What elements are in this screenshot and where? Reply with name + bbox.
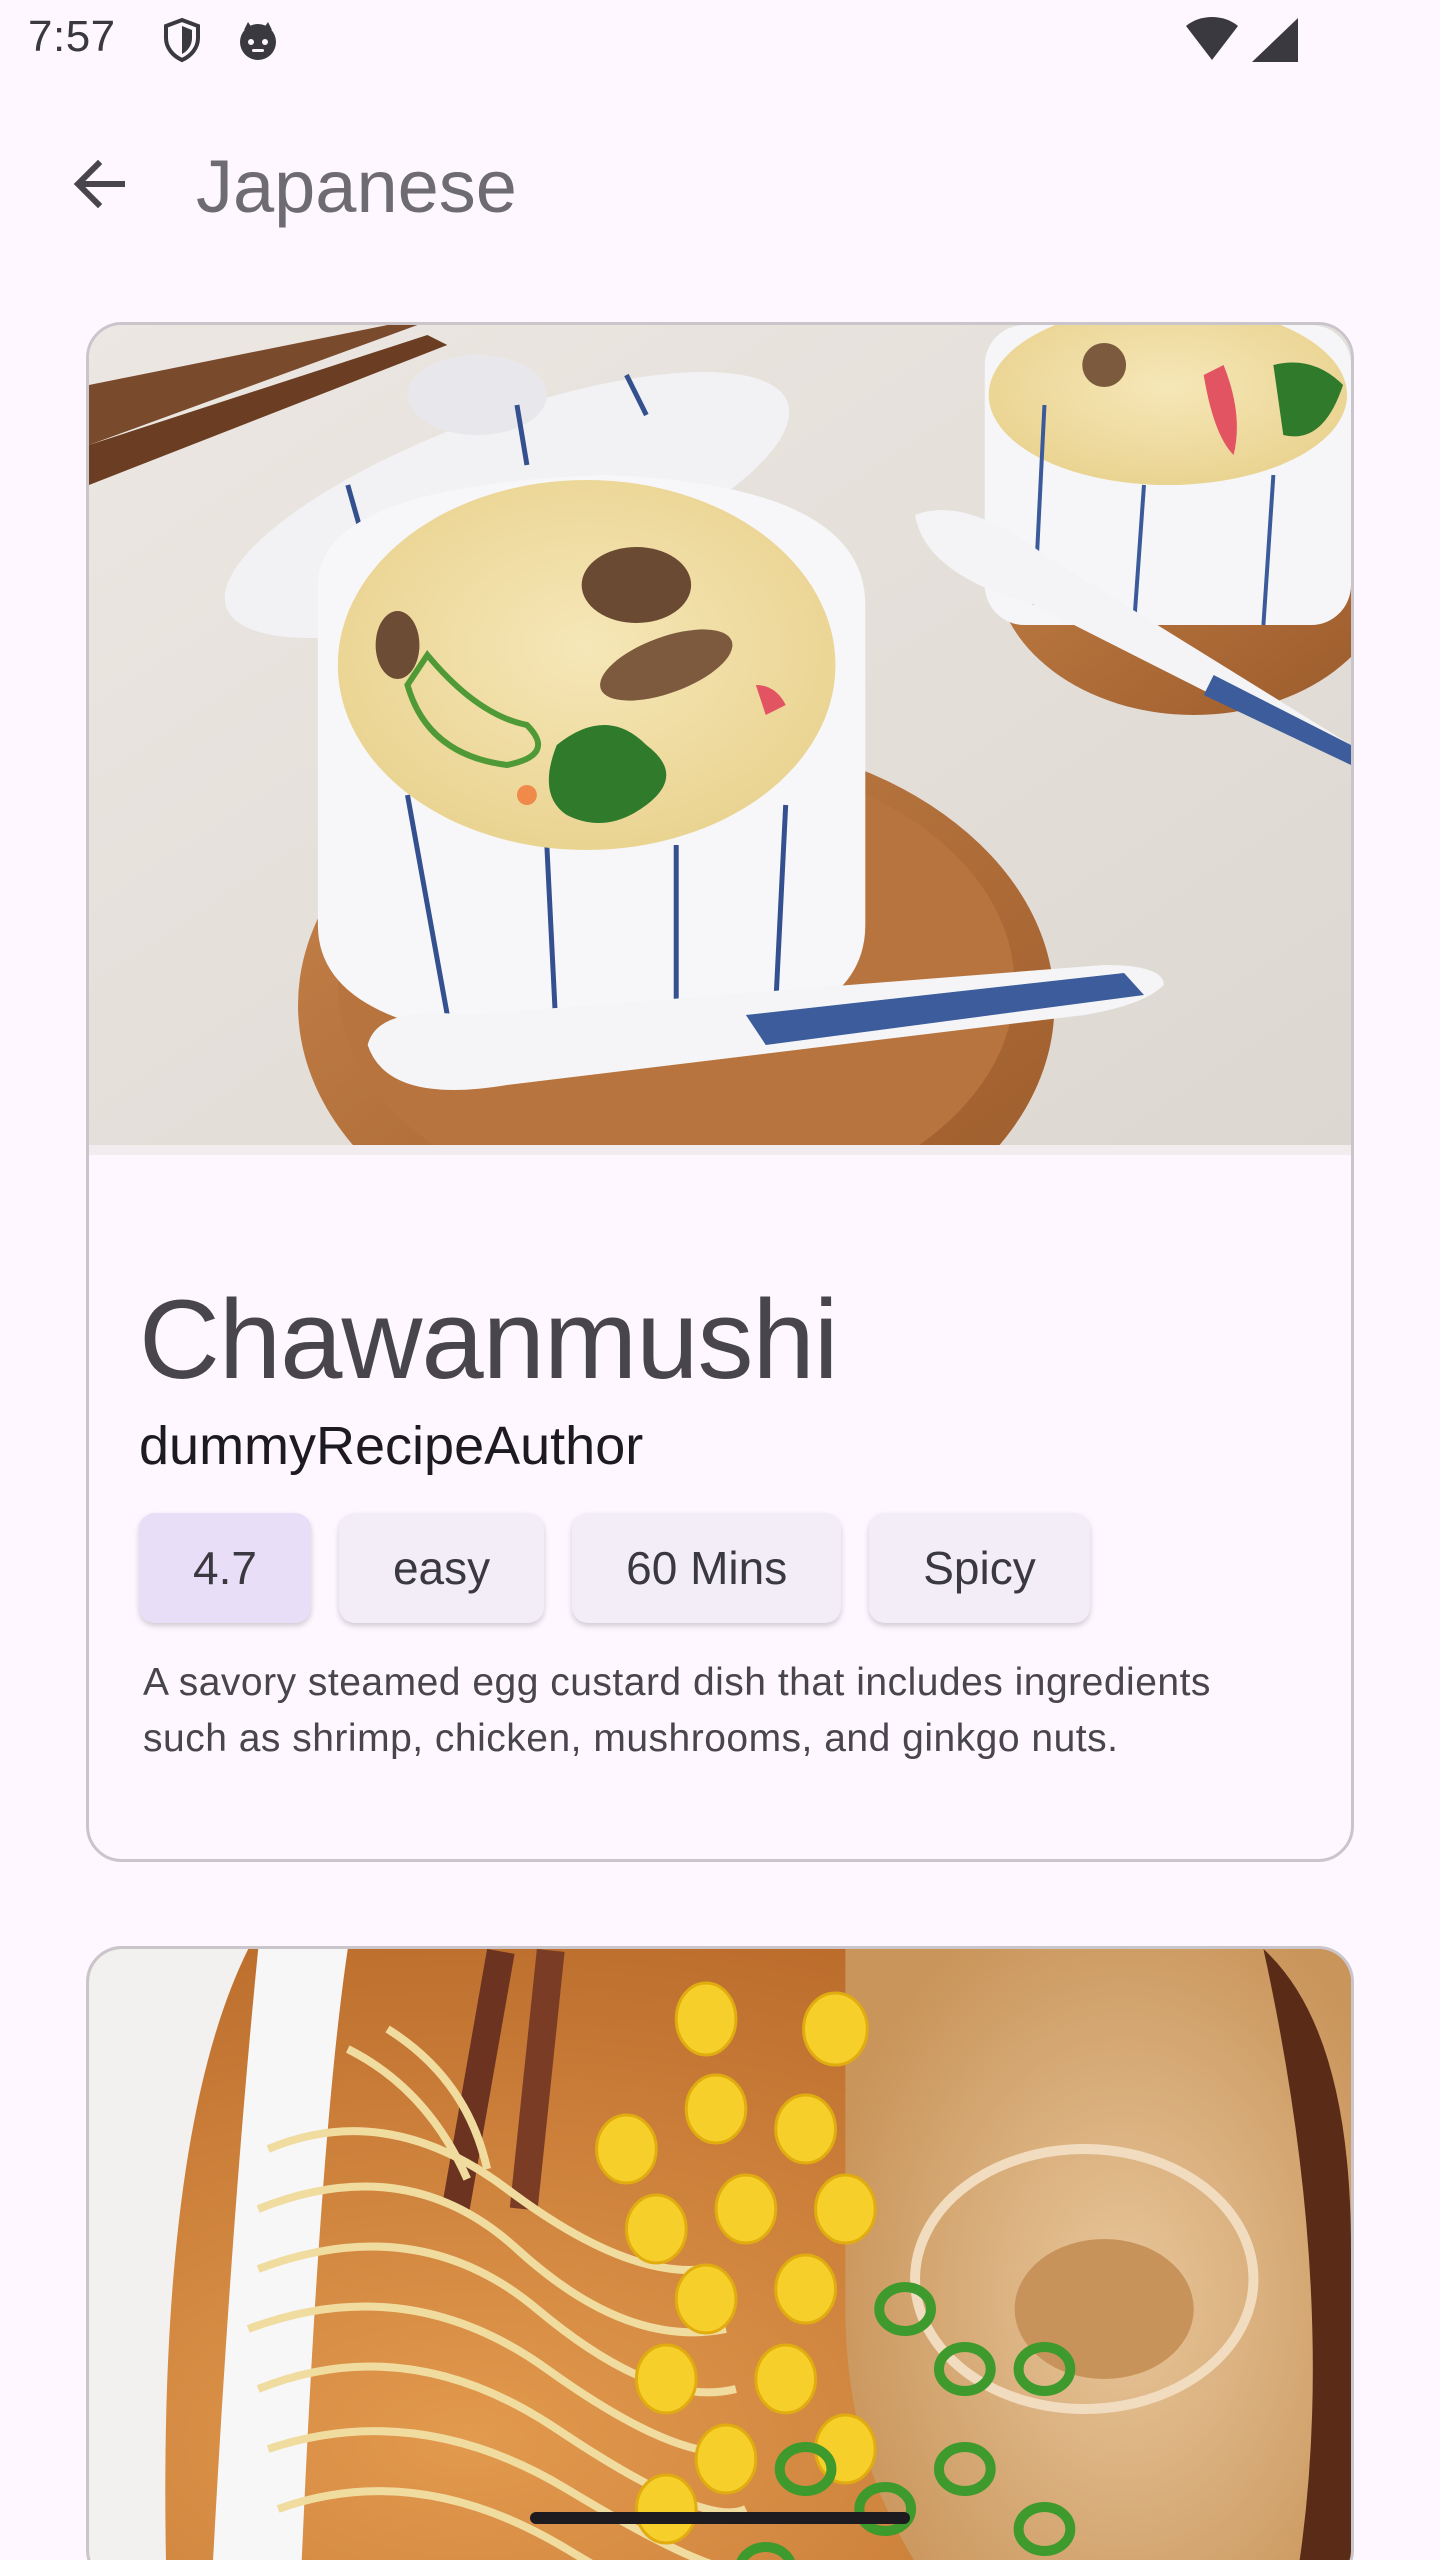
- status-bar: 7:57: [0, 0, 1440, 84]
- arrow-back-icon: [73, 159, 125, 209]
- rating-chip[interactable]: 4.7: [139, 1513, 311, 1623]
- top-app-bar: Japanese: [0, 100, 1440, 268]
- duration-chip[interactable]: 60 Mins: [572, 1513, 842, 1623]
- wifi-icon: [1186, 17, 1238, 60]
- recipe-image: [89, 325, 1351, 1155]
- page-title: Japanese: [196, 145, 517, 228]
- difficulty-chip[interactable]: easy: [338, 1513, 545, 1623]
- recipe-description: A savory steamed egg custard dish that i…: [143, 1661, 1211, 1760]
- recipe-card[interactable]: Chawanmushi dummyRecipeAuthor 4.7 easy 6…: [86, 322, 1354, 1862]
- gesture-nav-handle[interactable]: [530, 2512, 910, 2524]
- recipe-title: Chawanmushi: [139, 1277, 839, 1402]
- recipe-image-2: [89, 1949, 1351, 2560]
- shield-icon: [164, 17, 200, 63]
- cellular-signal-icon: [1252, 18, 1298, 62]
- recipe-chips: 4.7 easy 60 Mins Spicy: [139, 1513, 1090, 1623]
- back-button[interactable]: [52, 136, 148, 232]
- flavor-chip[interactable]: Spicy: [869, 1513, 1090, 1623]
- chawanmushi-photo: [89, 325, 1351, 1155]
- recipe-author: dummyRecipeAuthor: [139, 1416, 644, 1476]
- recipe-card-2[interactable]: [86, 1946, 1354, 2560]
- status-time: 7:57: [28, 12, 116, 61]
- robot-face-icon: [240, 22, 276, 60]
- screen: 7:57 Japanese Chawanmushi dummyRecipeAut…: [0, 0, 1440, 2560]
- ramen-photo: [89, 1949, 1351, 2560]
